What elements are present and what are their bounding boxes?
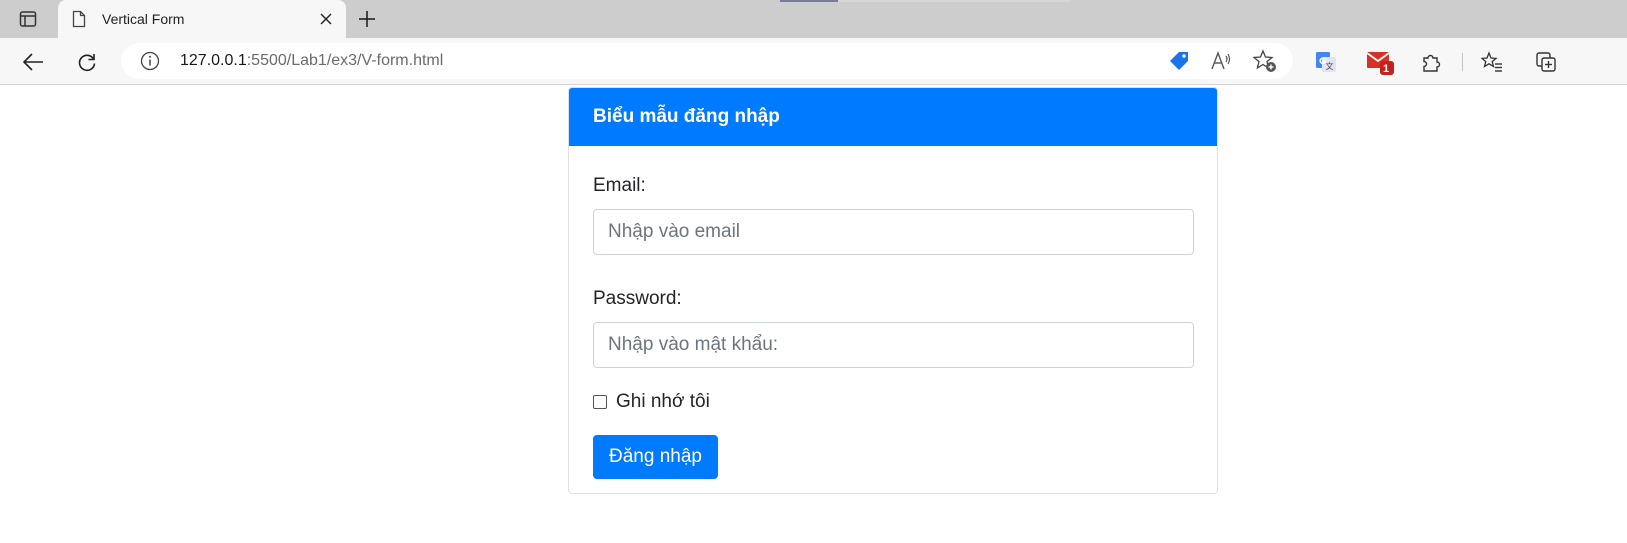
card-body: Email: Password: Ghi nhớ tôi Đăng nhập (569, 175, 1217, 479)
mail-badge-count: 1 (1383, 63, 1390, 75)
back-icon (22, 53, 43, 71)
read-aloud-icon (1211, 51, 1231, 70)
url-text[interactable]: 127.0.0.1:5500/Lab1/ex3/V-form.html (180, 52, 443, 70)
extensions-icon (1423, 54, 1441, 72)
coupon-button[interactable] (1166, 48, 1192, 74)
remember-me-checkbox[interactable] (593, 395, 607, 409)
translate-extension-button[interactable]: G 文 (1309, 45, 1343, 79)
remember-me-label[interactable]: Ghi nhớ tôi (616, 391, 710, 413)
add-favorite-icon (1253, 49, 1276, 72)
url-host: 127.0.0.1 (180, 52, 247, 69)
browser-tab-vertical-form[interactable]: Vertical Form (58, 0, 346, 38)
coupon-tag-icon (1170, 52, 1188, 70)
page-icon (72, 10, 90, 28)
back-button[interactable] (16, 45, 50, 79)
tab-scroll-indicator (780, 0, 1070, 2)
extensions-button[interactable] (1415, 45, 1449, 79)
refresh-button[interactable] (70, 45, 104, 79)
url-path: :5500/Lab1/ex3/V-form.html (246, 52, 444, 69)
tab-actions-button[interactable] (12, 5, 44, 33)
tab-strip: Vertical Form (0, 0, 1627, 38)
collections-icon (1536, 52, 1556, 72)
close-icon (320, 13, 332, 25)
form-title: Biểu mẫu đăng nhập (593, 106, 780, 127)
favorites-icon (1481, 51, 1502, 72)
mail-extension-button[interactable]: 1 (1364, 45, 1398, 79)
remember-me-row: Ghi nhớ tôi (593, 391, 1193, 413)
login-button[interactable]: Đăng nhập (593, 435, 718, 479)
tab-title: Vertical Form (102, 11, 185, 27)
add-favorite-button[interactable] (1252, 48, 1278, 74)
collections-button[interactable] (1529, 45, 1563, 79)
info-icon[interactable] (140, 51, 160, 71)
login-card: Biểu mẫu đăng nhập Email: Password: Ghi … (568, 87, 1218, 494)
refresh-icon (78, 54, 96, 72)
card-header: Biểu mẫu đăng nhập (569, 88, 1217, 146)
new-tab-button[interactable] (352, 4, 382, 34)
translate-icon: G 文 (1316, 52, 1336, 72)
page-viewport: Biểu mẫu đăng nhập Email: Password: Ghi … (0, 86, 1627, 543)
browser-toolbar: 127.0.0.1:5500/Lab1/ex3/V-form.html G 文 … (0, 38, 1627, 85)
email-input[interactable] (593, 209, 1194, 255)
email-label: Email: (593, 175, 646, 196)
tab-close-button[interactable] (314, 7, 338, 31)
password-input[interactable] (593, 322, 1194, 368)
tab-actions-icon (19, 11, 37, 27)
read-aloud-button[interactable] (1208, 48, 1234, 74)
address-bar[interactable]: 127.0.0.1:5500/Lab1/ex3/V-form.html (121, 43, 1293, 79)
mail-icon (1366, 52, 1394, 75)
plus-icon (359, 11, 375, 27)
svg-text:文: 文 (1326, 61, 1334, 71)
favorites-button[interactable] (1475, 45, 1509, 79)
toolbar-divider (1462, 53, 1463, 71)
password-label: Password: (593, 288, 682, 309)
